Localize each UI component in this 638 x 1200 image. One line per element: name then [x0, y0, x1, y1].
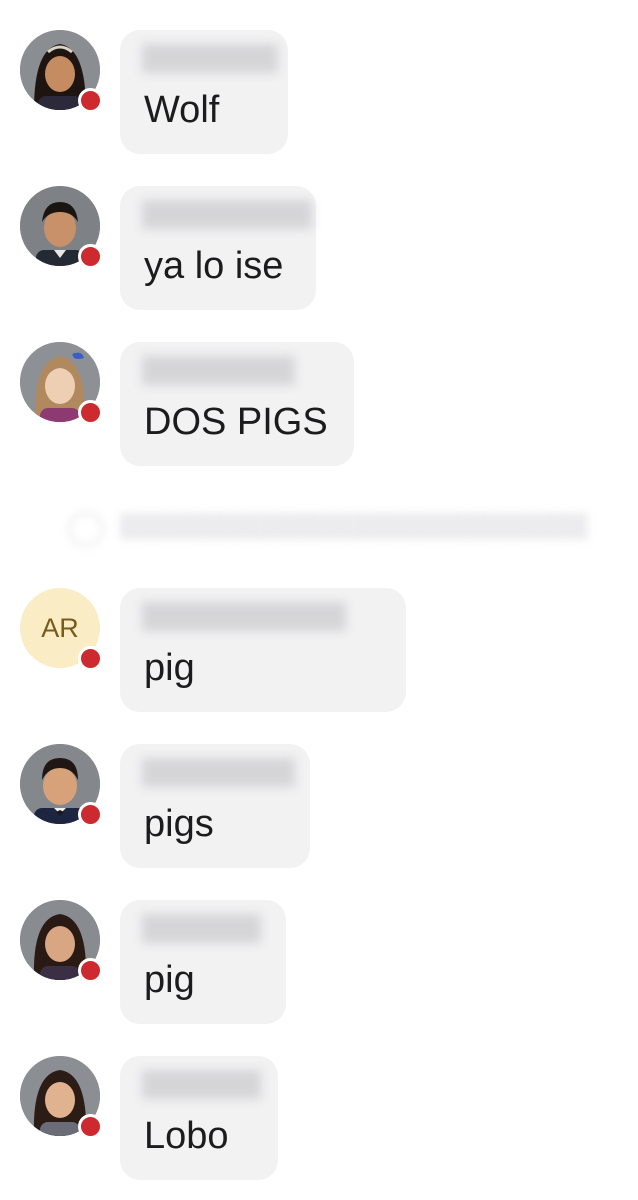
message-bubble[interactable]: ████████ Wolf — [120, 30, 288, 154]
redacted-notice-text: ██████████████████████████████ — [120, 513, 588, 538]
redacted-sender-name: ████████ — [142, 45, 279, 72]
message-row: ████████ Wolf — [0, 30, 638, 160]
redacted-sender-name: █████████ — [142, 759, 296, 786]
message-row: AR ████████████ pig — [0, 588, 638, 718]
message-text: Lobo — [144, 1115, 229, 1157]
message-row: █████████ DOS PIGS — [0, 342, 638, 472]
message-text: pigs — [144, 803, 214, 845]
status-dot — [78, 1114, 103, 1139]
message-text: DOS PIGS — [144, 401, 328, 443]
message-row: ███████ pig — [0, 900, 638, 1030]
message-bubble[interactable]: ███████ pig — [120, 900, 286, 1024]
status-dot — [78, 646, 103, 671]
status-dot — [78, 400, 103, 425]
redacted-sender-name: ██████████ — [142, 201, 313, 228]
message-bubble[interactable]: ███████ Lobo — [120, 1056, 278, 1180]
message-bubble[interactable]: ██████████ ya lo ise — [120, 186, 316, 310]
redacted-system-notice: ██████████████████████████████ — [60, 507, 620, 547]
redacted-sender-name: ████████████ — [142, 603, 347, 630]
status-dot — [78, 958, 103, 983]
message-bubble[interactable]: █████████ DOS PIGS — [120, 342, 354, 466]
redacted-sender-name: █████████ — [142, 357, 296, 384]
redacted-sender-name: ███████ — [142, 1071, 262, 1098]
message-row: ██████████ ya lo ise — [0, 186, 638, 316]
message-bubble[interactable]: ████████████ pig — [120, 588, 406, 712]
status-dot — [78, 802, 103, 827]
status-dot — [78, 244, 103, 269]
redacted-sender-name: ███████ — [142, 915, 262, 942]
message-text: ya lo ise — [144, 245, 284, 287]
message-bubble[interactable]: █████████ pigs — [120, 744, 310, 868]
avatar-initials: AR — [41, 612, 79, 643]
message-row: ███████ Lobo — [0, 1056, 638, 1186]
status-dot — [78, 88, 103, 113]
message-text: Wolf — [144, 89, 220, 131]
person-icon — [68, 511, 104, 547]
message-row: █████████ pigs — [0, 744, 638, 874]
message-text: pig — [144, 647, 195, 689]
message-text: pig — [144, 959, 195, 1001]
